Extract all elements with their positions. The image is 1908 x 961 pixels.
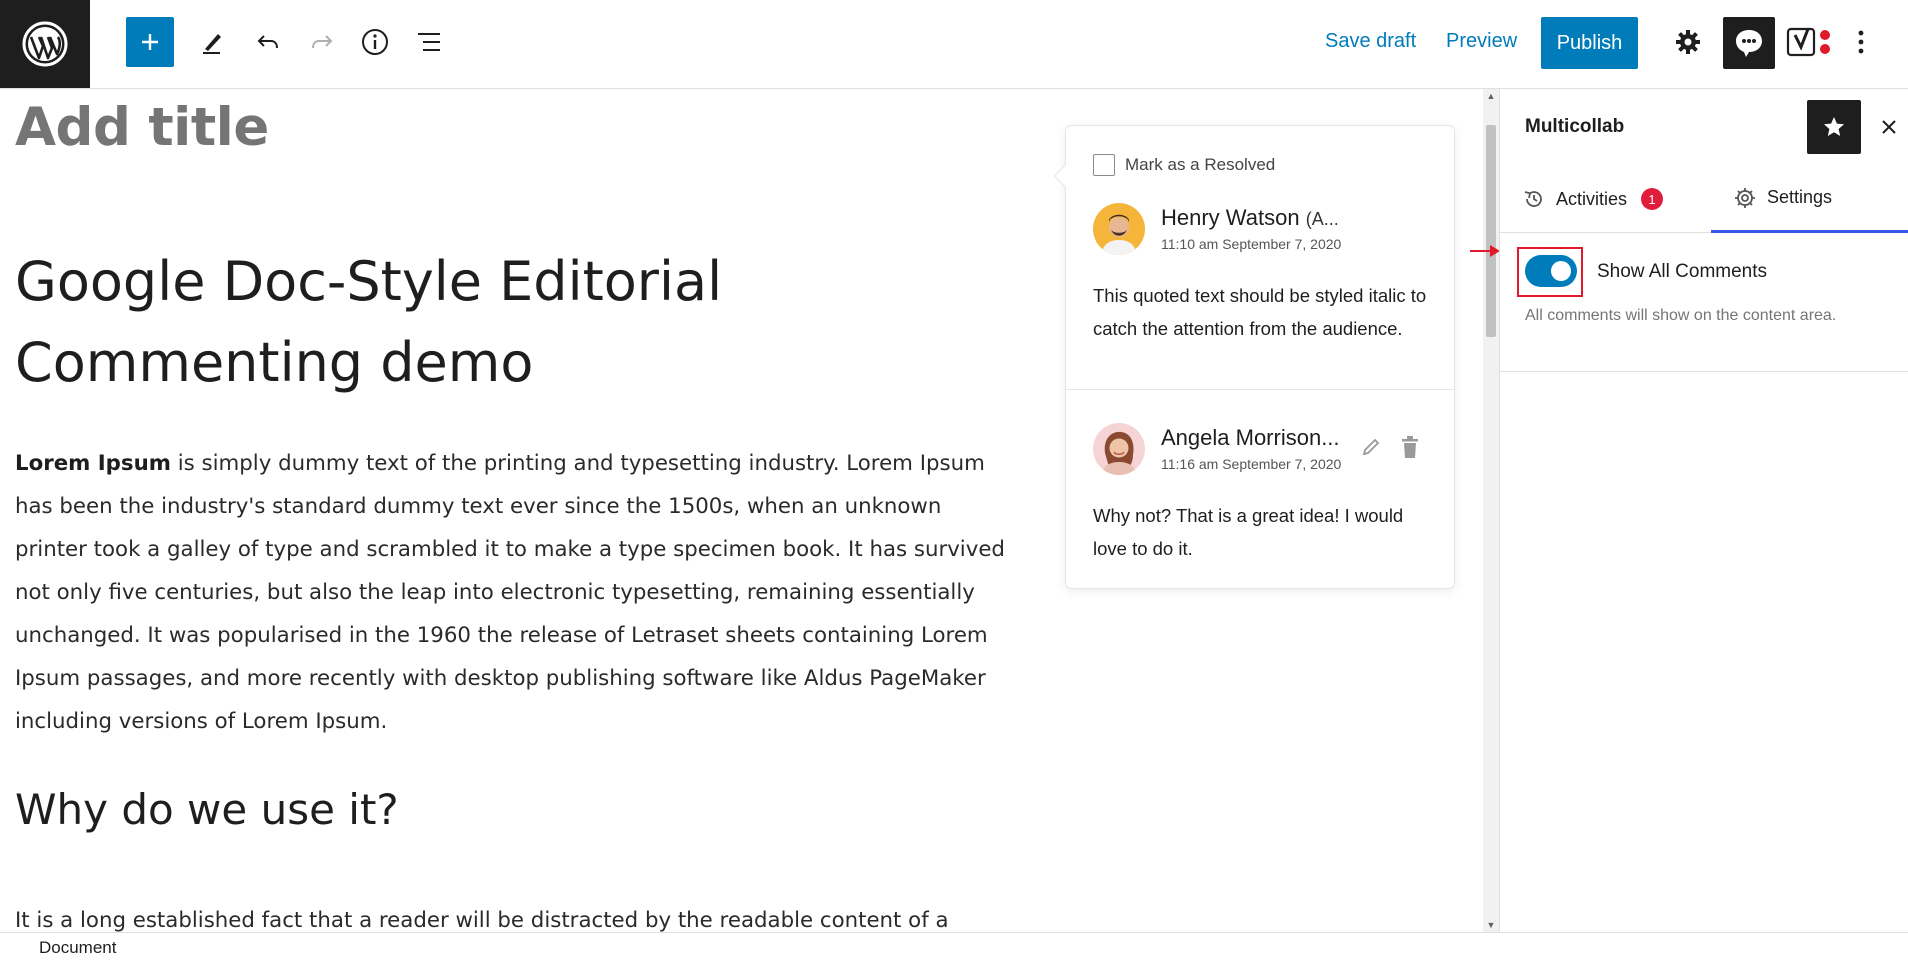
paragraph-bold-text: Lorem Ipsum (15, 451, 171, 476)
comment-text: This quoted text should be styled italic… (1093, 285, 1427, 339)
pencil-icon (203, 34, 221, 54)
paragraph-block[interactable]: Lorem Ipsum is simply dummy text of the … (15, 442, 1005, 743)
post-heading-block[interactable]: Google Doc-Style Editorial Commenting de… (15, 241, 915, 403)
mark-resolved-checkbox[interactable] (1093, 154, 1115, 176)
annotation-arrow-icon (1470, 245, 1500, 257)
mark-resolved-label: Mark as a Resolved (1125, 155, 1276, 174)
preview-button[interactable]: Preview (1446, 30, 1517, 53)
tab-activities-label: Activities (1556, 188, 1628, 209)
tab-settings[interactable]: Settings (1711, 165, 1908, 233)
sidebar-title: Multicollab (1525, 116, 1625, 137)
plus-icon (142, 34, 158, 50)
avatar (1093, 203, 1145, 255)
activities-count-badge: 1 (1641, 188, 1664, 210)
comment-author: Henry Watson (A... (1161, 205, 1339, 231)
subheading-block[interactable]: Why do we use it? (15, 785, 399, 834)
comment-bubble-icon (1736, 30, 1762, 57)
info-icon (362, 29, 388, 55)
delete-comment-button[interactable] (1396, 433, 1424, 461)
comment-divider (1066, 389, 1454, 390)
tools-button[interactable] (188, 17, 236, 67)
list-view-button[interactable] (405, 17, 453, 67)
star-icon (1824, 117, 1844, 136)
pencil-icon (1362, 438, 1380, 456)
details-button[interactable] (351, 17, 399, 67)
scroll-thumb[interactable] (1486, 125, 1496, 337)
editor-scrollbar[interactable]: ▲ ▼ (1483, 89, 1499, 932)
comment-author-name: Angela Morrison... (1161, 425, 1340, 450)
paragraph-block-2[interactable]: It is a long established fact that a rea… (15, 899, 1005, 932)
editor-footer: Document (0, 932, 1908, 961)
kebab-menu-icon (1858, 30, 1864, 54)
history-icon (1524, 191, 1542, 207)
comment-board: Mark as a Resolved Henry Watson (A... 11… (1053, 125, 1455, 589)
undo-button[interactable] (244, 17, 292, 67)
multicollab-button[interactable] (1723, 17, 1775, 69)
comment-author-role: (A... (1305, 209, 1339, 229)
yoast-button[interactable] (1785, 17, 1833, 67)
undo-icon (257, 35, 278, 49)
more-options-button[interactable] (1846, 17, 1876, 67)
trash-icon (1402, 436, 1418, 458)
avatar (1093, 423, 1145, 475)
yoast-icon (1786, 27, 1830, 57)
gear-icon (1735, 187, 1755, 208)
comment-timestamp: 11:16 am September 7, 2020 (1161, 456, 1342, 472)
save-draft-button[interactable]: Save draft (1325, 30, 1416, 53)
multicollab-sidebar: Multicollab Activities 1 Settings Show A… (1499, 89, 1908, 932)
edit-comment-button[interactable] (1357, 433, 1385, 461)
comment-timestamp: 11:10 am September 7, 2020 (1161, 236, 1342, 252)
pin-sidebar-button[interactable] (1807, 100, 1861, 154)
tab-activities[interactable]: Activities 1 (1522, 165, 1664, 233)
scroll-up-arrow[interactable]: ▲ (1486, 91, 1496, 101)
editor-toolbar: Save draft Preview Publish (0, 0, 1908, 89)
tab-settings-label: Settings (1767, 187, 1833, 207)
show-all-comments-label: Show All Comments (1597, 261, 1768, 282)
redo-button[interactable] (298, 17, 346, 67)
publish-button[interactable]: Publish (1541, 17, 1638, 69)
list-view-icon (418, 33, 440, 51)
settings-button[interactable] (1664, 17, 1712, 67)
comment-text: Why not? That is a great idea! I would l… (1093, 505, 1404, 559)
sidebar-tabs: Activities 1 Settings (1500, 165, 1908, 233)
post-title-input[interactable]: Add title (15, 97, 269, 158)
comment-author-name: Henry Watson (1161, 205, 1300, 230)
scroll-down-arrow[interactable]: ▼ (1486, 920, 1496, 930)
toggle-knob (1551, 261, 1571, 281)
wordpress-logo-icon[interactable] (0, 0, 90, 88)
paragraph-text: is simply dummy text of the printing and… (15, 451, 1005, 734)
close-sidebar-button[interactable] (1875, 113, 1903, 141)
show-all-comments-help: All comments will show on the content ar… (1525, 307, 1837, 324)
sidebar-divider (1500, 371, 1908, 372)
redo-icon (312, 35, 333, 49)
mark-resolved-row[interactable]: Mark as a Resolved (1093, 154, 1275, 176)
close-icon (1882, 120, 1896, 134)
gear-icon (1676, 30, 1700, 54)
show-all-comments-toggle[interactable] (1525, 255, 1577, 287)
add-block-button[interactable] (126, 17, 174, 67)
comment-board-pointer (1053, 164, 1077, 188)
editor-canvas: Add title Google Doc-Style Editorial Com… (0, 89, 1483, 932)
breadcrumb[interactable]: Document (39, 938, 116, 958)
